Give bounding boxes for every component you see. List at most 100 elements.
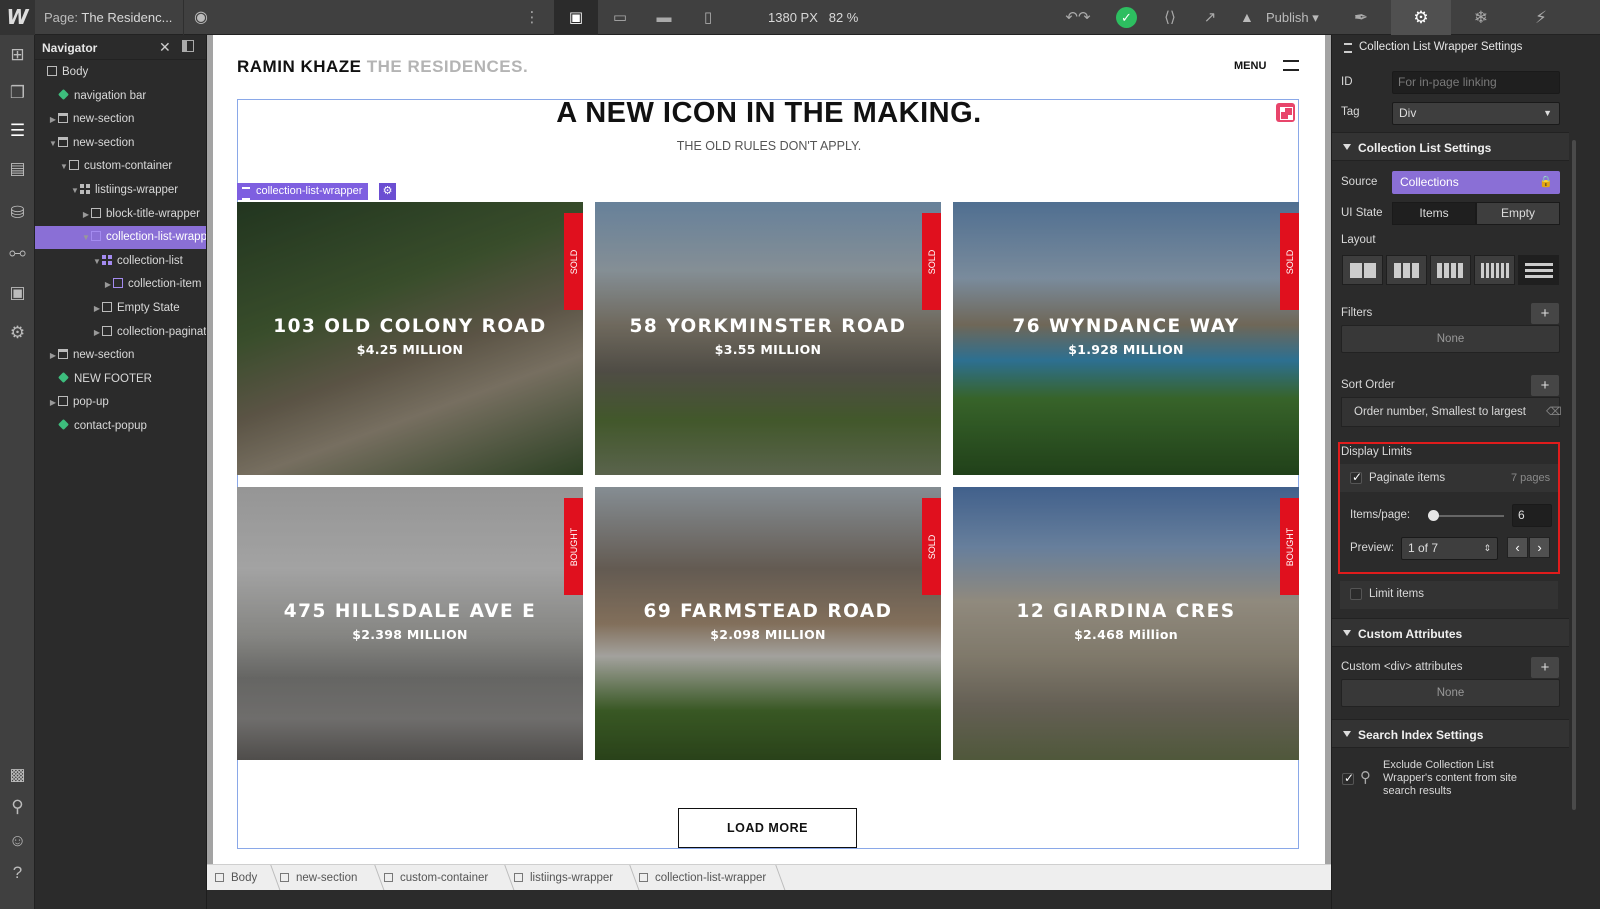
trash-icon[interactable]: ⌫ [1546,405,1562,418]
ui-state-items-button[interactable]: Items [1392,202,1476,225]
menu-label[interactable]: MENU [1234,60,1266,72]
navigator-node[interactable]: ▼ listiings-wrapper [35,179,206,202]
listing-card[interactable]: 103 OLD COLONY ROAD $4.25 MILLION SOLD [237,202,583,475]
video-tutorials-icon[interactable]: ▩ [0,759,35,791]
navigator-node[interactable]: ▶ collection-pagination [35,321,206,344]
more-dots-icon[interactable]: ⋮ [510,0,554,35]
navigator-node[interactable]: ▶ collection-item [35,273,206,296]
hamburger-menu-icon[interactable] [1283,60,1299,71]
listing-card[interactable]: 12 GIARDINA CRES $2.468 Million BOUGHT [953,487,1299,760]
listing-card[interactable]: 58 YORKMINSTER ROAD $3.55 MILLION SOLD [595,202,941,475]
breadcrumb-item[interactable]: collection-list-wrapper [639,865,766,891]
expand-right-arrow-icon[interactable]: ▶ [48,108,58,131]
page-selector[interactable]: Page: The Residenc... [44,10,172,25]
navigator-node[interactable]: ▶ block-title-wrapper [35,203,206,226]
add-elements-icon[interactable]: ⊞ [0,39,35,71]
id-input[interactable]: For in-page linking [1392,71,1560,94]
expand-down-arrow-icon[interactable]: ▼ [81,226,91,249]
code-icon[interactable]: ⟨⟩ [1148,0,1192,35]
custom-attributes-header[interactable]: Custom Attributes [1332,618,1569,647]
search-icon[interactable]: ⚲ [0,791,35,823]
export-icon[interactable]: ↗ [1188,0,1232,35]
interactions-tab-bolt-icon[interactable]: ⚡ [1511,0,1571,35]
breadcrumb-item[interactable]: listiings-wrapper [514,865,613,891]
symbols-cube-icon[interactable]: ❒ [0,77,35,109]
tag-select[interactable]: Div ▼ [1392,102,1560,125]
navigator-node[interactable]: Body [35,61,206,84]
desktop-breakpoint-icon[interactable]: ▣ [554,0,598,35]
layout-6-columns-button[interactable] [1474,255,1515,285]
breadcrumb-item[interactable]: custom-container [384,865,488,891]
listing-card[interactable]: 69 FARMSTEAD ROAD $2.098 MILLION SOLD [595,487,941,760]
sort-order-row[interactable]: Order number, Smallest to largest ⌫ [1341,397,1562,427]
expand-right-arrow-icon[interactable]: ▶ [103,273,113,296]
navigator-panel: Navigator ✕ Body navigation bar ▶ new-secti… [35,35,207,909]
navigator-node[interactable]: NEW FOOTER [35,368,206,391]
dock-panel-icon[interactable] [182,40,194,52]
add-attribute-plus-icon[interactable]: + [1531,657,1559,678]
settings-panel-tab-gear-icon[interactable]: ⚙ [1391,0,1451,35]
help-icon[interactable]: ? [0,857,35,889]
navigator-node[interactable]: ▶ pop-up [35,391,206,414]
expand-down-arrow-icon[interactable]: ▼ [70,179,80,202]
layout-4-columns-button[interactable] [1430,255,1471,285]
cms-database-icon[interactable]: ⛁ [0,197,35,229]
element-settings-gear-icon[interactable]: ⚙ [379,183,396,200]
breadcrumb-item[interactable]: Body [215,865,257,891]
mobile-landscape-icon[interactable]: ▬ [642,0,686,35]
webflow-logo[interactable]: W [0,0,35,35]
settings-gear-icon[interactable]: ⚙ [0,317,35,349]
expand-down-arrow-icon[interactable]: ▼ [48,132,58,155]
layout-3-columns-button[interactable] [1386,255,1427,285]
expand-right-arrow-icon[interactable]: ▶ [81,203,91,226]
expand-down-arrow-icon[interactable]: ▼ [92,250,102,273]
selected-element-label[interactable]: collection-list-wrapper [237,183,369,200]
load-more-button[interactable]: LOAD MORE [678,808,857,848]
navigator-node[interactable]: ▶ new-section [35,108,206,131]
navigator-icon[interactable]: ☰ [0,115,35,147]
navigator-node[interactable]: ▼ new-section [35,132,206,155]
mobile-portrait-icon[interactable]: ▯ [686,0,730,35]
navigator-node[interactable]: ▶ new-section [35,344,206,367]
expand-right-arrow-icon[interactable]: ▶ [48,391,58,414]
settings-scrollbar[interactable] [1569,35,1600,909]
add-sort-plus-icon[interactable]: + [1531,375,1559,396]
cms-widget-icon[interactable] [1276,103,1295,122]
style-panel-tab-brush-icon[interactable]: ✒ [1331,0,1391,35]
listing-card[interactable]: 475 HILLSDALE AVE E $2.398 MILLION BOUGHT [237,487,583,760]
ecommerce-cart-icon[interactable]: ⧟ [0,237,35,269]
navigator-node[interactable]: contact-popup [35,415,206,438]
navigator-node[interactable]: navigation bar [35,85,206,108]
site-brand[interactable]: RAMIN KHAZE THE RESIDENCES. [237,57,528,77]
navigator-node[interactable]: ▼ custom-container [35,155,206,178]
ui-state-empty-button[interactable]: Empty [1476,202,1560,225]
pages-icon[interactable]: ▤ [0,153,35,185]
listing-card[interactable]: 76 WYNDANCE WAY $1.928 MILLION SOLD [953,202,1299,475]
tablet-breakpoint-icon[interactable]: ▭ [598,0,642,35]
close-icon[interactable]: ✕ [159,39,171,56]
breadcrumb-label: listiings-wrapper [530,872,614,884]
undo-redo-icon[interactable]: ↶↷ [1058,0,1098,35]
expand-right-arrow-icon[interactable]: ▶ [92,297,102,320]
team-users-icon[interactable]: ☺ [0,825,35,857]
expand-down-arrow-icon[interactable]: ▼ [59,155,69,178]
layout-2-columns-button[interactable] [1342,255,1383,285]
exclude-search-checkbox[interactable] [1342,771,1354,785]
add-filter-plus-icon[interactable]: + [1531,303,1559,324]
limit-items-checkbox[interactable] [1350,588,1362,600]
publish-button[interactable]: Publish ▾ [1266,10,1319,26]
style-manager-tab-drops-icon[interactable]: ❄ [1451,0,1511,35]
expand-right-arrow-icon[interactable]: ▶ [48,344,58,367]
breadcrumb-item[interactable]: new-section [280,865,357,891]
search-index-header[interactable]: Search Index Settings [1332,719,1569,748]
source-select[interactable]: Collections 🔒 [1392,171,1560,194]
navigator-node[interactable]: ▼ collection-list [35,250,206,273]
navigator-node[interactable]: ▼ collection-list-wrapper [35,226,206,250]
collection-list-settings-header[interactable]: Collection List Settings [1332,132,1569,161]
preview-eye-icon[interactable]: ◉ [183,0,218,35]
navigator-node[interactable]: ▶ Empty State [35,297,206,320]
assets-images-icon[interactable]: ▣ [0,277,35,309]
design-canvas[interactable]: RAMIN KHAZE THE RESIDENCES. MENU A NEW I… [207,35,1331,864]
expand-right-arrow-icon[interactable]: ▶ [92,321,102,344]
layout-list-rows-button[interactable] [1518,255,1559,285]
